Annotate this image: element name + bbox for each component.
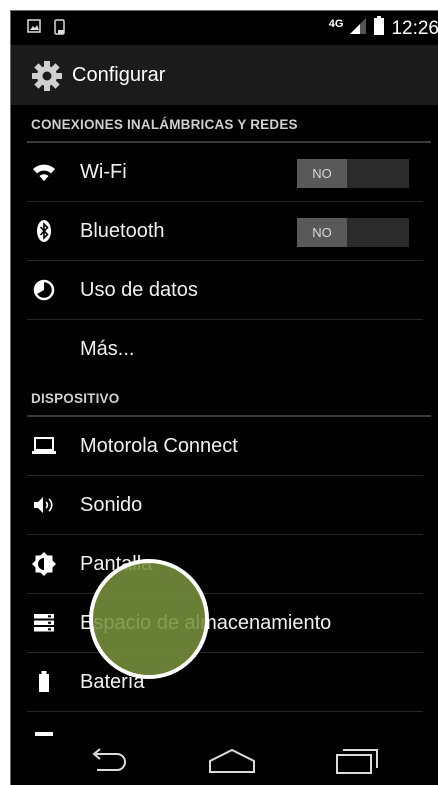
status-indicators: 4G 12:26 [329,16,438,41]
signal-icon [349,17,367,40]
bluetooth-toggle[interactable]: NO [297,218,409,247]
settings-item-label: Uso de datos [80,279,198,301]
settings-item-data-usage[interactable]: Uso de datos [11,261,438,320]
wifi-toggle[interactable]: NO [297,159,409,188]
settings-gear-icon[interactable] [31,60,63,97]
recent-apps-icon[interactable] [335,747,379,780]
settings-item-more[interactable]: Más... [11,320,438,379]
section-header-device: DISPOSITIVO [11,379,438,417]
phone-screen: 4G 12:26 Configurar CONEXIONES INALÁMBRI… [10,10,438,785]
page-title: Configurar [72,64,166,86]
section-header-label: DISPOSITIVO [31,390,120,406]
touch-indicator [89,559,209,679]
settings-item-display[interactable]: Pantalla [11,535,438,594]
settings-item-label: Sonido [80,494,143,516]
back-icon[interactable] [87,747,133,780]
network-type-label: 4G [328,17,344,30]
toggle-state-label: NO [297,218,347,247]
laptop-icon [31,433,57,459]
settings-item-storage[interactable]: Espacio de almacenamiento [11,594,438,653]
home-icon[interactable] [207,747,257,780]
action-bar: Configurar [11,45,438,105]
data-usage-icon [31,277,57,303]
clock: 12:26 [391,17,438,39]
settings-list[interactable]: CONEXIONES INALÁMBRICAS Y REDES Wi-Fi NO… [11,105,438,737]
settings-item-sound[interactable]: Sonido [11,476,438,535]
battery-status-icon [373,16,385,41]
battery-icon [31,669,57,695]
brightness-icon [31,551,57,577]
storage-icon [31,610,57,636]
settings-item-battery[interactable]: Batería [11,653,438,712]
image-notification-icon [27,19,41,40]
toggle-state-label: NO [297,159,347,188]
phone-notification-icon [53,19,67,40]
wifi-icon [31,159,57,185]
settings-item-label: Wi-Fi [80,161,127,183]
screen: 4G 12:26 Configurar CONEXIONES INALÁMBRI… [0,0,438,785]
settings-item-label: Bluetooth [80,220,165,242]
navigation-bar [11,737,438,785]
status-notifications [27,19,67,40]
status-bar: 4G 12:26 [11,11,438,45]
settings-item-label: Más... [80,338,135,360]
bluetooth-icon [31,218,57,244]
section-header-wireless: CONEXIONES INALÁMBRICAS Y REDES [11,105,438,143]
section-header-label: CONEXIONES INALÁMBRICAS Y REDES [31,116,298,132]
settings-item-wifi[interactable]: Wi-Fi NO [11,143,438,202]
settings-item-bluetooth[interactable]: Bluetooth NO [11,202,438,261]
settings-item-label: Motorola Connect [80,435,238,457]
volume-icon [31,492,57,518]
settings-item-motorola-connect[interactable]: Motorola Connect [11,417,438,476]
